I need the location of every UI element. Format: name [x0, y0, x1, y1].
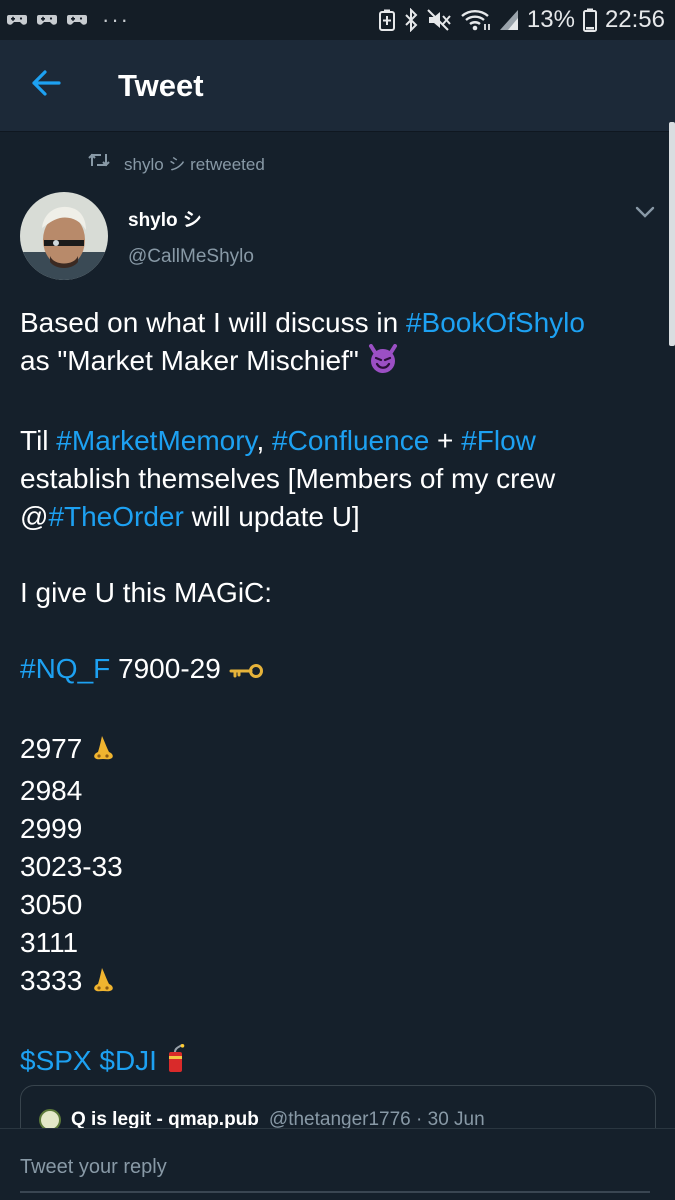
system-status: 13% 22:56 — [378, 6, 665, 34]
nose-emoji-icon — [90, 734, 116, 772]
signal-icon — [499, 9, 519, 31]
bluetooth-icon — [403, 8, 419, 32]
tweet-text-segment: Til — [20, 425, 57, 456]
tweet-menu-button[interactable] — [634, 205, 656, 224]
reply-input[interactable] — [20, 1151, 650, 1183]
smiling-devil-emoji-icon — [367, 344, 399, 384]
tweet-text-segment: I give U this MAGiC: — [20, 577, 273, 608]
more-notifications-indicator: ··· — [102, 7, 130, 32]
hashtag-link[interactable]: #NQ_F — [20, 653, 110, 684]
clock: 22:56 — [604, 6, 665, 33]
hashtag-link[interactable]: #MarketMemory — [56, 425, 256, 456]
chevron-down-icon — [634, 206, 656, 223]
tweet-text-segment: will update U] — [183, 501, 360, 532]
back-button[interactable] — [0, 40, 92, 132]
battery-saver-icon — [378, 9, 395, 31]
firecracker-emoji-icon — [165, 1044, 187, 1084]
tweet-text-segment: , — [256, 425, 273, 456]
status-bar: ··· 13% 22:56 — [0, 0, 675, 40]
key-emoji-icon — [229, 654, 263, 692]
tweet-text-segment: + — [429, 425, 462, 456]
avatar[interactable] — [20, 192, 108, 280]
battery-icon — [582, 8, 597, 32]
tweet-text-segment: as "Market Maker Mischief" — [20, 345, 367, 376]
page-title: Tweet — [118, 67, 204, 103]
price-level: 2984 — [20, 775, 83, 806]
tweet-text: Based on what I will discuss in #BookOfS… — [20, 304, 650, 1084]
price-level: 3050 — [20, 889, 83, 920]
notification-icons: ··· — [6, 7, 130, 32]
tweet-text-segment: 7900-29 — [110, 653, 229, 684]
tweet-text-segment: establish themselves [Members of my crew — [20, 463, 556, 494]
price-level: 3333 — [20, 965, 83, 996]
price-level: 2977 — [20, 733, 83, 764]
hashtag-link[interactable]: #BookOfShylo — [406, 307, 585, 338]
tweet-text-segment: @ — [20, 501, 49, 532]
reply-underline — [20, 1191, 650, 1193]
retweet-context[interactable]: shylo シ retweeted — [88, 150, 265, 175]
price-level: 2999 — [20, 813, 83, 844]
hashtag-link[interactable]: #Confluence — [272, 425, 429, 456]
author-handle[interactable]: @CallMeShylo — [128, 246, 254, 268]
mute-icon — [427, 8, 453, 32]
game-controller-icon — [66, 11, 88, 29]
game-controller-icon — [6, 11, 28, 29]
hashtag-link[interactable]: #Flow — [461, 425, 536, 456]
author-name[interactable]: shylo シ — [128, 205, 202, 232]
wifi-icon — [461, 8, 491, 32]
retweet-icon — [88, 151, 110, 174]
retweet-label: shylo シ retweeted — [124, 155, 265, 174]
top-app-bar: Tweet — [0, 40, 675, 132]
nose-emoji-icon — [90, 966, 116, 1004]
cashtag-link[interactable]: $SPX $DJI — [20, 1045, 157, 1076]
reply-bar — [0, 1128, 675, 1200]
game-controller-icon — [36, 11, 58, 29]
price-level: 3111 — [20, 927, 79, 958]
back-arrow-icon — [31, 70, 61, 101]
price-level: 3023-33 — [20, 851, 123, 882]
tweet-text-segment: Based on what I will discuss in — [20, 307, 406, 338]
battery-percent: 13% — [526, 6, 575, 33]
scrollbar-thumb[interactable] — [669, 122, 675, 346]
hashtag-link[interactable]: #TheOrder — [48, 501, 183, 532]
